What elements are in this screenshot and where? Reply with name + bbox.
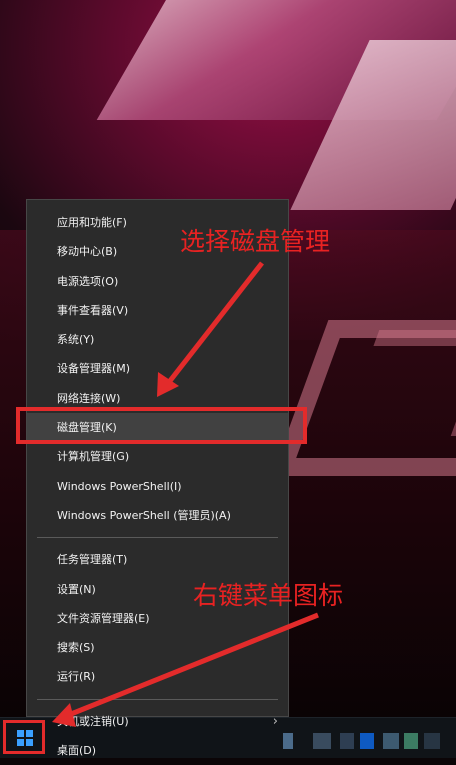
taskbar-icon[interactable] [340, 733, 354, 749]
taskbar-icon[interactable] [383, 733, 399, 749]
winx-context-menu: 应用和功能(F) 移动中心(B) 电源选项(O) 事件查看器(V) 系统(Y) … [26, 199, 289, 757]
menu-item-computer-management[interactable]: 计算机管理(G) [27, 442, 288, 471]
menu-item-label: 设置(N) [57, 582, 96, 596]
menu-item-shutdown-signout[interactable]: 关机或注销(U) › [27, 707, 288, 736]
menu-item-label: 设备管理器(M) [57, 362, 131, 376]
taskbar-icon[interactable] [404, 733, 418, 749]
menu-item-device-manager[interactable]: 设备管理器(M) [27, 354, 288, 383]
menu-separator [37, 698, 278, 700]
menu-item-label: 事件查看器(V) [57, 303, 129, 317]
menu-item-label: 系统(Y) [57, 333, 95, 347]
menu-item-label: 搜索(S) [57, 641, 95, 655]
annotation-select-disk-management: 选择磁盘管理 [180, 227, 331, 256]
taskbar-icon[interactable] [424, 733, 440, 749]
menu-item-label: Windows PowerShell(I) [57, 479, 182, 493]
menu-item-label: 移动中心(B) [57, 245, 118, 259]
menu-item-label: 应用和功能(F) [57, 216, 127, 229]
menu-item-system[interactable]: 系统(Y) [27, 325, 288, 354]
menu-item-label: 桌面(D) [57, 744, 97, 758]
menu-item-label: 网络连接(W) [57, 391, 121, 405]
annotation-context-menu-icon: 右键菜单图标 [193, 581, 344, 610]
taskbar-icon[interactable] [360, 733, 374, 749]
taskbar-icon[interactable] [313, 733, 331, 749]
menu-item-run[interactable]: 运行(R) [27, 662, 288, 691]
disk-management-highlight [16, 407, 307, 444]
chevron-right-icon: › [272, 713, 278, 729]
menu-separator [37, 537, 278, 539]
menu-item-label: 任务管理器(T) [57, 553, 128, 567]
menu-item-task-manager[interactable]: 任务管理器(T) [27, 545, 288, 574]
menu-item-event-viewer[interactable]: 事件查看器(V) [27, 296, 288, 325]
menu-item-label: 运行(R) [57, 670, 96, 684]
menu-item-label: Windows PowerShell (管理员)(A) [57, 508, 231, 522]
menu-item-powershell-admin[interactable]: Windows PowerShell (管理员)(A) [27, 501, 288, 530]
menu-item-label: 电源选项(O) [57, 274, 119, 288]
menu-item-search[interactable]: 搜索(S) [27, 633, 288, 662]
menu-item-label: 计算机管理(G) [57, 450, 130, 464]
menu-item-label: 文件资源管理器(E) [57, 611, 150, 625]
menu-item-label: 关机或注销(U) [57, 714, 129, 728]
menu-item-desktop[interactable]: 桌面(D) [27, 736, 288, 765]
menu-item-powershell[interactable]: Windows PowerShell(I) [27, 472, 288, 501]
menu-item-power-options[interactable]: 电源选项(O) [27, 267, 288, 296]
